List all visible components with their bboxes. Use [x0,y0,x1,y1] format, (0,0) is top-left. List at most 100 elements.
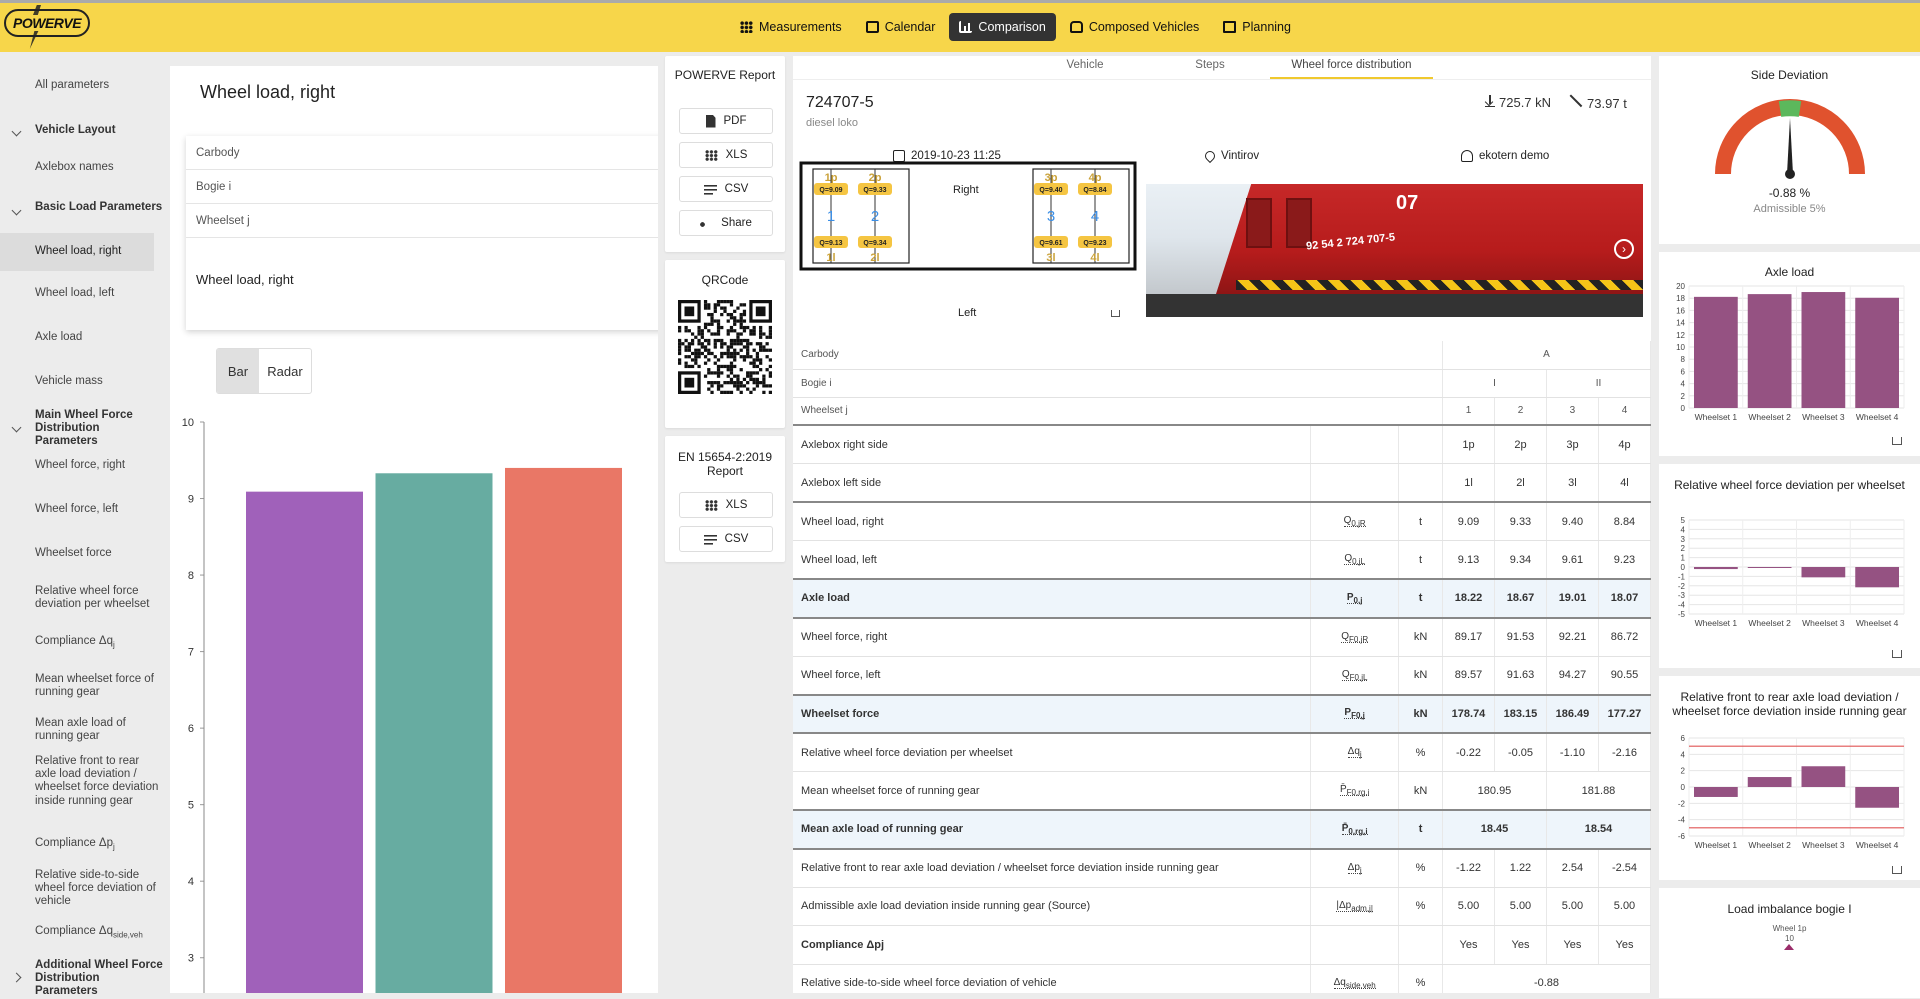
nav-planning[interactable]: Planning [1213,13,1301,41]
en-csv-button[interactable]: CSV [679,526,773,552]
sidebar-item-axlebox-names[interactable]: Axlebox names [35,161,163,174]
table-row[interactable]: Axle load P0,j t 18.22 18.67 19.01 18.07 [793,578,1651,619]
row-symbol-text[interactable]: P0,j [1346,591,1363,605]
table-row[interactable]: Admissible axle load deviation inside ru… [793,887,1651,926]
sidebar-item-wheelset-force[interactable]: Wheelset force [35,547,163,560]
row-symbol-text[interactable]: QF0,jL [1341,668,1368,682]
filter-bogie[interactable]: Bogie i [186,170,658,204]
location-pin-icon [1202,148,1218,164]
filter-carbody[interactable]: Carbody [186,136,658,170]
nav-composed-vehicles[interactable]: Composed Vehicles [1060,13,1209,41]
sidebar-item-vehicle-mass[interactable]: Vehicle mass [35,375,163,388]
qr-module [713,381,717,385]
table-row[interactable]: Axlebox left side 1l 2l 3l 4l [793,463,1651,503]
download-icon[interactable] [1892,650,1902,658]
tab-wheel-force-distribution[interactable]: Wheel force distribution [1270,59,1433,79]
qr-module [755,358,760,362]
table-row[interactable]: Mean wheelset force of running gear P̄F0,… [793,771,1651,811]
qr-module [729,351,734,356]
load-imbalance-title: Load imbalance bogie I [1727,902,1852,916]
row-symbol-text[interactable]: Δqj [1347,746,1362,759]
parameter-sidebar: All parameters Vehicle Layout Axlebox na… [0,52,170,997]
sidebar-item-mean-axle-load[interactable]: Mean axle load of running gear [35,717,163,743]
qr-module [707,387,711,391]
chevron-right-icon[interactable] [11,972,22,983]
table-row[interactable]: Wheel force, left QF0,jL kN 89.57 91.63 94.27… [793,656,1651,696]
powerve-logo[interactable]: POWERVE [4,5,91,49]
bar-view-button[interactable]: Bar [217,349,259,393]
y-tick-label: 20 [1676,282,1685,291]
sidebar-item-compliance-dq-side[interactable]: Compliance Δqside,veh [35,925,163,939]
grid-icon [740,21,753,33]
sidebar-section-main-wheel-force[interactable]: Main Wheel Force Distribution Parameters [35,409,163,449]
vehicle-photo[interactable]: 92 54 2 724 707-5 07 › [1146,184,1643,317]
sidebar-item-wheel-force-right[interactable]: Wheel force, right [35,459,163,472]
row-symbol-text[interactable]: |Δpadm,j| [1336,899,1373,913]
table-row[interactable]: Relative front to rear axle load deviati… [793,848,1651,888]
qr-module [684,325,688,330]
qr-code-image[interactable] [678,300,772,394]
nav-calendar[interactable]: Calendar [856,13,946,41]
sidebar-all-parameters[interactable]: All parameters [35,79,163,92]
qr-module [736,384,740,388]
qr-module [723,342,727,346]
chevron-down-icon[interactable] [11,422,22,433]
row-symbol-text[interactable]: Q0,jL [1344,553,1365,566]
sidebar-item-axle-load[interactable]: Axle load [35,331,163,344]
sidebar-item-wheel-load-right[interactable]: Wheel load, right [0,233,154,271]
sidebar-item-relative-side-to-side[interactable]: Relative side-to-side wheel force deviat… [35,869,163,909]
sidebar-item-compliance-dq[interactable]: Compliance Δqj [35,635,163,649]
next-photo-icon[interactable]: › [1614,239,1634,259]
row-symbol-text[interactable]: Q0,jR [1343,515,1366,528]
tab-steps[interactable]: Steps [1185,59,1235,71]
row-symbol-text[interactable]: P̄F0,rg,i [1339,784,1370,797]
filter-wheelset[interactable]: Wheelset j [186,204,658,238]
sidebar-item-wheel-load-left[interactable]: Wheel load, left [35,287,163,300]
row-value: -0.22 [1442,733,1495,772]
sidebar-item-compliance-dp[interactable]: Compliance Δpj [35,837,163,851]
sidebar-section-basic-load[interactable]: Basic Load Parameters [35,201,163,214]
sidebar-item-relative-front-rear[interactable]: Relative front to rear axle load deviati… [35,755,163,808]
sidebar-item-mean-wheelset-force[interactable]: Mean wheelset force of running gear [35,673,163,699]
row-symbol-text[interactable]: P̄0,rg,i [1341,822,1368,836]
y-tick-label: -3 [1678,591,1686,600]
table-row[interactable]: Relative side-to-side wheel force deviat… [793,964,1651,993]
radar-view-button[interactable]: Radar [259,349,311,393]
tab-vehicle[interactable]: Vehicle [1055,59,1115,71]
sidebar-section-vehicle-layout[interactable]: Vehicle Layout [35,124,163,137]
nav-measurements[interactable]: Measurements [730,13,852,41]
xls-button[interactable]: XLS [679,142,773,168]
download-icon[interactable] [1892,866,1902,874]
share-button[interactable]: Share [679,210,773,236]
nav-comparison[interactable]: Comparison [949,13,1056,41]
table-row[interactable]: Wheel force, right QF0,jR kN 89.17 91.53 92.2… [793,617,1651,657]
table-row[interactable]: Mean axle load of running gear P̄0,rg,i t 1… [793,809,1651,850]
row-value: 177.27 [1598,693,1651,734]
row-symbol-text[interactable]: Δpj [1347,861,1362,875]
qr-module [768,325,772,330]
chevron-down-icon[interactable] [11,205,22,216]
qr-module [765,368,769,372]
table-row[interactable]: Relative wheel force deviation per wheel… [793,733,1651,772]
row-symbol-text[interactable]: QF0,jR [1341,630,1369,644]
csv-button[interactable]: CSV [679,176,773,202]
table-row[interactable]: Wheel load, left Q0,jL t 9.13 9.34 9.61 9.23 [793,540,1651,580]
pdf-button[interactable]: PDF [679,108,773,134]
qr-module [703,361,708,365]
sidebar-item-wheel-force-left[interactable]: Wheel force, left [35,503,163,516]
qr-module [687,364,691,369]
download-icon[interactable] [1892,437,1902,445]
locomotive-body [1216,184,1643,294]
row-symbol-text[interactable]: Δqside,veh [1333,976,1376,990]
table-row[interactable]: Wheelset force PF0,j kN 178.74 183.15 186.49 1… [793,693,1651,734]
qr-module [752,358,756,362]
table-row[interactable]: Compliance Δpj Yes Yes Yes Yes [793,925,1651,965]
qr-module [746,348,750,352]
row-symbol-text[interactable]: PF0,j [1344,707,1365,720]
sidebar-item-relative-wheel-force-deviation[interactable]: Relative wheel force deviation per wheel… [35,585,163,611]
table-row[interactable]: Wheel load, right Q0,jR t 9.09 9.33 9.40 8.84 [793,502,1651,541]
en-xls-button[interactable]: XLS [679,492,773,518]
download-icon[interactable] [1111,310,1120,317]
chevron-down-icon[interactable] [11,126,22,137]
table-row[interactable]: Axlebox right side 1p 2p 3p 4p [793,425,1651,464]
